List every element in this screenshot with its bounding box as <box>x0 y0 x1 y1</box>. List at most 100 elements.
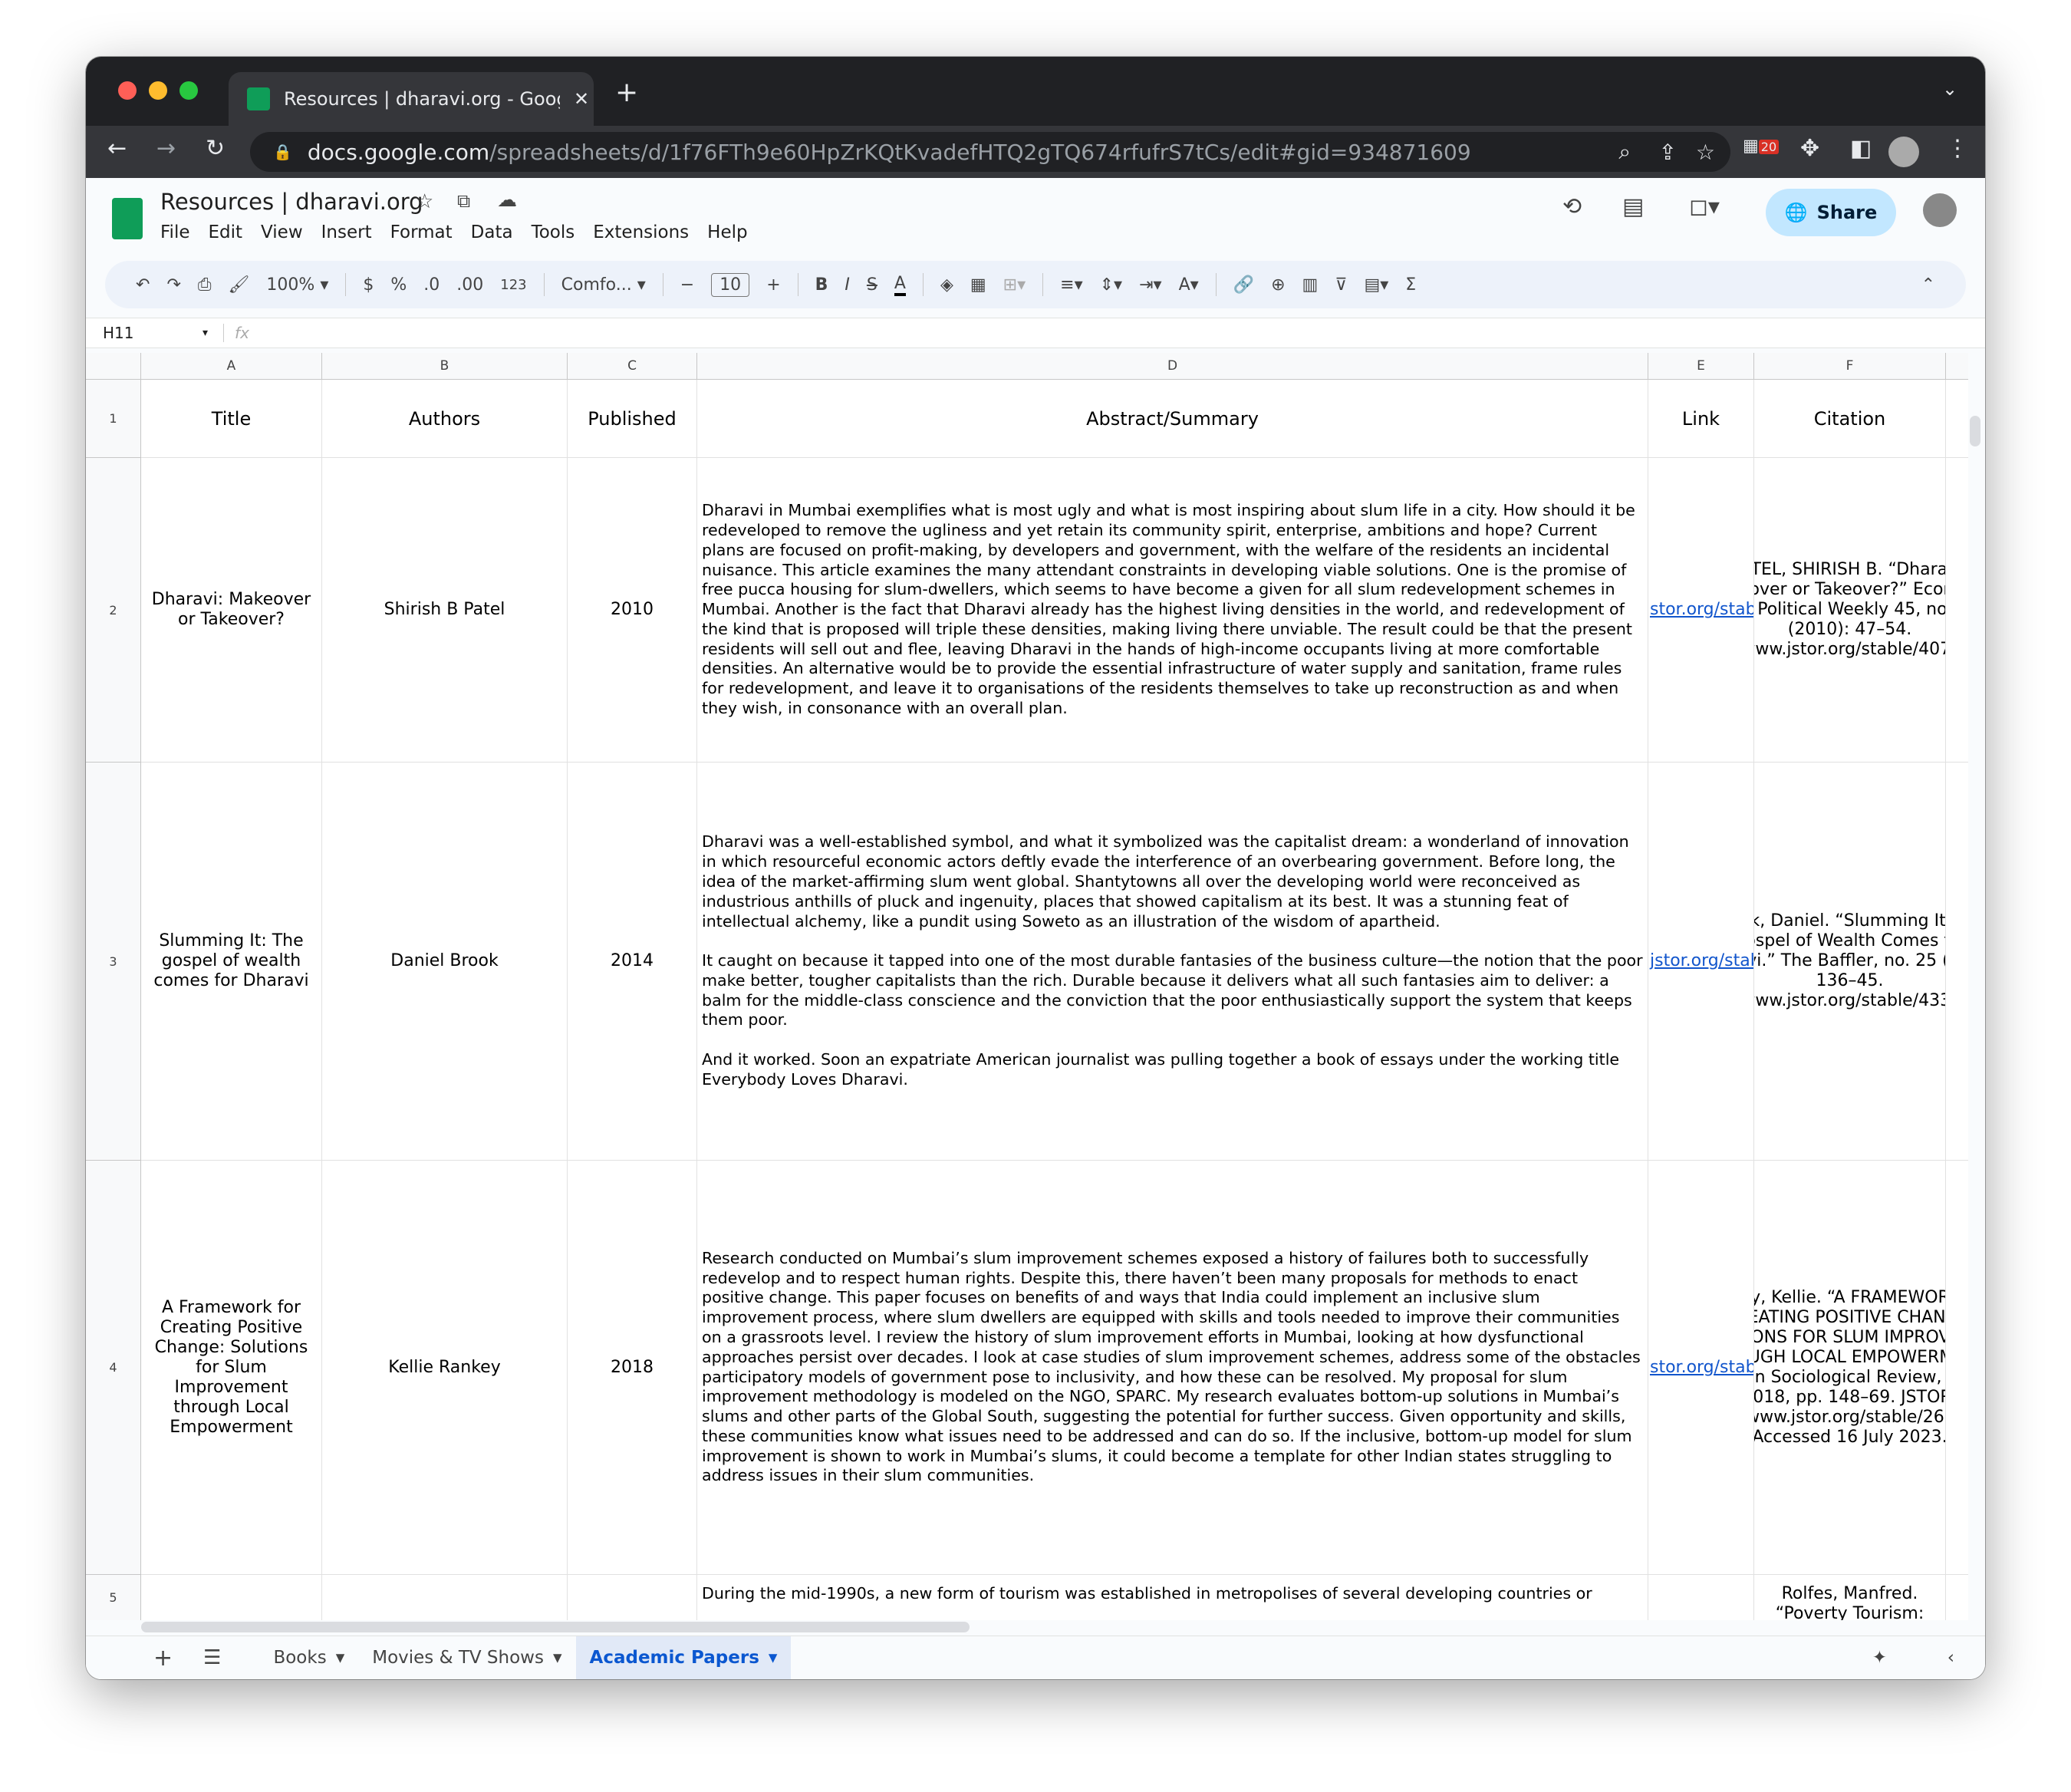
row-header[interactable]: 1 <box>86 380 141 458</box>
header-cell-title[interactable]: Title <box>141 380 322 458</box>
menu-help[interactable]: Help <box>707 222 747 242</box>
minimize-window-button[interactable] <box>149 81 167 100</box>
cell-link[interactable] <box>1648 1575 1754 1620</box>
cell-title[interactable] <box>141 1575 322 1620</box>
menu-edit[interactable]: Edit <box>209 222 243 242</box>
insert-link-icon[interactable]: 🔗 <box>1233 275 1254 295</box>
filter-views-icon[interactable]: ▤▾ <box>1364 275 1388 295</box>
url-input[interactable]: 🔒 docs.google.com/spreadsheets/d/1f76FTh… <box>250 132 1730 172</box>
name-box-dropdown-icon[interactable]: ▾ <box>202 327 208 339</box>
column-header-c[interactable]: C <box>568 353 697 380</box>
column-header-d[interactable]: D <box>697 353 1648 380</box>
close-window-button[interactable] <box>118 81 137 100</box>
comments-icon[interactable]: ▤ <box>1622 193 1644 220</box>
more-formats-button[interactable]: 123 <box>500 277 526 293</box>
collapse-toolbar-icon[interactable]: ⌃ <box>1921 275 1935 295</box>
row-header[interactable]: 4 <box>86 1161 141 1575</box>
cell-authors[interactable]: Shirish B Patel <box>322 458 568 763</box>
cell-authors[interactable]: Kellie Rankey <box>322 1161 568 1575</box>
version-history-icon[interactable]: ⟲ <box>1562 193 1582 220</box>
menu-view[interactable]: View <box>261 222 303 242</box>
redo-icon[interactable]: ↷ <box>166 275 180 295</box>
font-size-increase[interactable]: + <box>766 275 780 295</box>
all-sheets-icon[interactable]: ☰ <box>203 1646 221 1669</box>
increase-decimal-button[interactable]: .00 <box>456 275 483 295</box>
menu-extensions[interactable]: Extensions <box>593 222 689 242</box>
sheet-tab-academic-papers[interactable]: Academic Papers ▾ <box>575 1636 792 1679</box>
share-page-icon[interactable]: ⇪ <box>1659 140 1677 165</box>
text-wrap-icon[interactable]: ⇥▾ <box>1139 275 1161 295</box>
cell-title[interactable]: Slumming It: The gospel of wealth comes … <box>141 763 322 1161</box>
collapse-side-icon[interactable]: ‹ <box>1948 1648 1954 1668</box>
vertical-scrollbar[interactable] <box>1970 416 1980 446</box>
cell-citation[interactable]: Brook, Daniel. “Slumming It: The Gospel … <box>1754 763 1946 1161</box>
cell-link[interactable]: jstor.org/stab <box>1648 763 1754 1161</box>
move-folder-icon[interactable]: ⧉ <box>457 190 470 212</box>
cell-published[interactable] <box>568 1575 697 1620</box>
header-cell-published[interactable]: Published <box>568 380 697 458</box>
cell-authors[interactable]: Daniel Brook <box>322 763 568 1161</box>
cell-g[interactable] <box>1946 763 1968 1161</box>
cell-link[interactable]: stor.org/stab <box>1648 458 1754 763</box>
header-cell-link[interactable]: Link <box>1648 380 1754 458</box>
row-header[interactable]: 5 <box>86 1575 141 1620</box>
menu-data[interactable]: Data <box>471 222 513 242</box>
cell-published[interactable]: 2014 <box>568 763 697 1161</box>
cell-g[interactable] <box>1946 458 1968 763</box>
insert-chart-icon[interactable]: ▥ <box>1302 275 1319 295</box>
bold-button[interactable]: B <box>815 275 828 295</box>
select-all-corner[interactable] <box>86 353 141 380</box>
browser-menu-icon[interactable]: ⋮ <box>1946 135 1969 162</box>
filter-icon[interactable]: ⊽ <box>1335 275 1347 295</box>
horizontal-align-icon[interactable]: ≡▾ <box>1060 275 1082 295</box>
column-header-a[interactable]: A <box>141 353 322 380</box>
row-header[interactable]: 3 <box>86 763 141 1161</box>
print-icon[interactable]: ⎙ <box>198 275 212 295</box>
text-rotation-icon[interactable]: A▾ <box>1179 275 1199 295</box>
back-icon[interactable]: ← <box>107 135 127 162</box>
meet-icon[interactable]: ◻▾ <box>1689 193 1720 220</box>
menu-file[interactable]: File <box>160 222 190 242</box>
sheets-logo[interactable] <box>112 198 143 239</box>
merge-cells-icon[interactable]: ⊞▾ <box>1003 275 1026 295</box>
new-tab-icon[interactable]: + <box>615 77 638 108</box>
side-panel-icon[interactable]: ◧ <box>1850 135 1872 162</box>
font-size-decrease[interactable]: − <box>680 275 694 295</box>
account-avatar[interactable] <box>1923 193 1957 227</box>
borders-icon[interactable]: ▦ <box>970 275 986 295</box>
header-cell-authors[interactable]: Authors <box>322 380 568 458</box>
cell-title[interactable]: A Framework for Creating Positive Change… <box>141 1161 322 1575</box>
spreadsheet-grid[interactable]: A B C D E F 1 Title Authors Published Abstract/Sum… <box>86 353 1968 1620</box>
name-box[interactable]: H11 <box>103 324 202 342</box>
cell-published[interactable]: 2018 <box>568 1161 697 1575</box>
reload-icon[interactable]: ↻ <box>206 135 225 162</box>
percent-button[interactable]: % <box>390 275 407 295</box>
cell-citation[interactable]: Rolfes, Manfred. “Poverty Tourism: <box>1754 1575 1946 1620</box>
insert-comment-icon[interactable]: ⊕ <box>1271 275 1285 295</box>
menu-format[interactable]: Format <box>390 222 453 242</box>
cell-citation[interactable]: Rankey, Kellie. “A FRAMEWORK FOR CREATIN… <box>1754 1161 1946 1575</box>
maximize-window-button[interactable] <box>179 81 198 100</box>
font-select[interactable]: Comfo... ▾ <box>561 275 646 295</box>
add-sheet-icon[interactable]: + <box>153 1645 173 1672</box>
cell-abstract[interactable]: Dharavi was a well-established symbol, a… <box>697 763 1648 1161</box>
cell-abstract[interactable]: Research conducted on Mumbai’s slum impr… <box>697 1161 1648 1575</box>
star-icon[interactable]: ☆ <box>416 190 433 213</box>
zoom-select[interactable]: 100% ▾ <box>266 275 328 295</box>
header-cell-abstract[interactable]: Abstract/Summary <box>697 380 1648 458</box>
cell-citation[interactable]: PATEL, SHIRISH B. “Dharavi: Makeover or … <box>1754 458 1946 763</box>
column-header-g[interactable] <box>1946 353 1968 380</box>
paint-format-icon[interactable]: 🖌 <box>228 275 249 295</box>
font-size-input[interactable]: 10 <box>711 272 750 297</box>
bookmark-star-icon[interactable]: ☆ <box>1696 140 1715 165</box>
decrease-decimal-button[interactable]: .0 <box>423 275 440 295</box>
cell-g[interactable] <box>1946 1575 1968 1620</box>
zoom-icon[interactable]: ⌕ <box>1618 139 1631 165</box>
row-header[interactable]: 2 <box>86 458 141 763</box>
header-cell-citation[interactable]: Citation <box>1754 380 1946 458</box>
profile-avatar[interactable] <box>1888 137 1919 167</box>
cell-title[interactable]: Dharavi: Makeover or Takeover? <box>141 458 322 763</box>
share-button[interactable]: 🌐 Share <box>1766 189 1896 236</box>
document-title[interactable]: Resources | dharavi.org <box>160 189 423 215</box>
cell-g[interactable] <box>1946 380 1968 458</box>
